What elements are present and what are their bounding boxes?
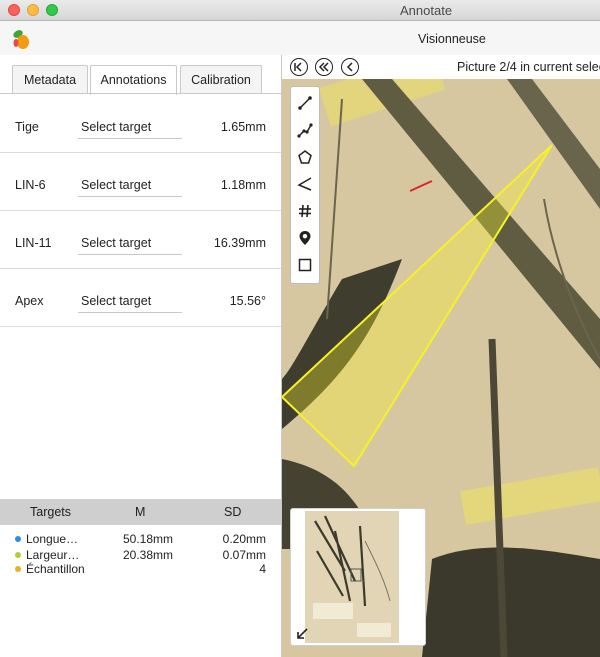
- target-row[interactable]: Longue… 50.18mm 0.20mm: [0, 532, 281, 546]
- angle-tool-icon[interactable]: [295, 174, 315, 194]
- tab-calibration[interactable]: Calibration: [180, 65, 262, 93]
- point-tool-icon[interactable]: [295, 228, 315, 248]
- annotation-row: LIN-11 Select target 16.39mm: [0, 211, 281, 269]
- window-title: Annotate: [400, 3, 453, 18]
- targets-table-header: Targets M SD: [0, 499, 281, 525]
- target-sd: 0.20mm: [222, 532, 266, 546]
- annotation-toolbar: [290, 86, 320, 284]
- target-color-dot: [15, 552, 21, 558]
- line-tool-icon[interactable]: [295, 93, 315, 113]
- polyline-tool-icon[interactable]: [295, 120, 315, 140]
- target-row[interactable]: Largeur… 20.38mm 0.07mm: [0, 548, 281, 562]
- target-mean: 50.18mm: [123, 532, 174, 546]
- title-bar: Annotate: [0, 0, 600, 21]
- minimap-thumbnail[interactable]: [305, 511, 399, 643]
- annotation-label: LIN-11: [15, 236, 52, 250]
- annotation-row: Tige Select target 1.65mm: [0, 95, 281, 153]
- left-panel: Metadata Annotations Calibration Tige Se…: [0, 55, 282, 657]
- minimap[interactable]: [290, 508, 426, 646]
- tab-annotations[interactable]: Annotations: [90, 65, 177, 95]
- target-sd: 0.07mm: [222, 548, 266, 562]
- select-target-dropdown[interactable]: Select target: [78, 236, 182, 255]
- target-name: Largeur…: [26, 548, 80, 562]
- select-target-dropdown[interactable]: Select target: [78, 294, 182, 313]
- annotation-value: 16.39mm: [213, 236, 266, 250]
- image-viewer: Picture 2/4 in current selec: [282, 55, 600, 657]
- viewer-navbar: Picture 2/4 in current selec: [282, 55, 600, 79]
- target-color-dot: [15, 566, 21, 572]
- polygon-tool-icon[interactable]: [295, 147, 315, 167]
- minimize-window-button[interactable]: [27, 4, 39, 16]
- tab-divider: [0, 93, 281, 94]
- annotation-value: 1.18mm: [220, 178, 266, 192]
- target-sd: 4: [259, 562, 266, 576]
- viewer-title: Visionneuse: [418, 32, 486, 46]
- annotation-value: 1.65mm: [220, 120, 266, 134]
- annotation-label: LIN-6: [15, 178, 46, 192]
- annotation-label: Tige: [15, 120, 39, 134]
- target-mean: 20.38mm: [123, 548, 174, 562]
- mean-column-header: M: [135, 505, 146, 519]
- zoom-window-button[interactable]: [46, 4, 58, 16]
- select-target-dropdown[interactable]: Select target: [78, 178, 182, 197]
- annotation-list: Tige Select target 1.65mm LIN-6 Select t…: [0, 95, 281, 327]
- sd-column-header: SD: [224, 505, 242, 519]
- annotation-row: LIN-6 Select target 1.18mm: [0, 153, 281, 211]
- app-header: Visionneuse: [0, 21, 600, 55]
- picture-info: Picture 2/4 in current selec: [457, 60, 600, 74]
- tab-metadata[interactable]: Metadata: [12, 65, 88, 93]
- select-target-dropdown[interactable]: Select target: [78, 120, 182, 139]
- previous-page-icon[interactable]: [315, 58, 333, 76]
- annotation-label: Apex: [15, 294, 44, 308]
- app-logo-icon: [13, 30, 29, 49]
- collapse-minimap-icon[interactable]: [293, 625, 311, 643]
- target-color-dot: [15, 536, 21, 542]
- target-name: Longue…: [26, 532, 79, 546]
- close-window-button[interactable]: [8, 4, 20, 16]
- count-tool-icon[interactable]: [295, 201, 315, 221]
- target-name: Échantillon: [26, 562, 85, 576]
- rectangle-tool-icon[interactable]: [295, 255, 315, 275]
- previous-icon[interactable]: [341, 58, 359, 76]
- annotation-value: 15.56°: [229, 294, 266, 308]
- targets-column-header: Targets: [30, 505, 71, 519]
- annotation-row: Apex Select target 15.56°: [0, 269, 281, 327]
- first-page-icon[interactable]: [290, 58, 308, 76]
- target-row[interactable]: Échantillon 4: [0, 562, 281, 576]
